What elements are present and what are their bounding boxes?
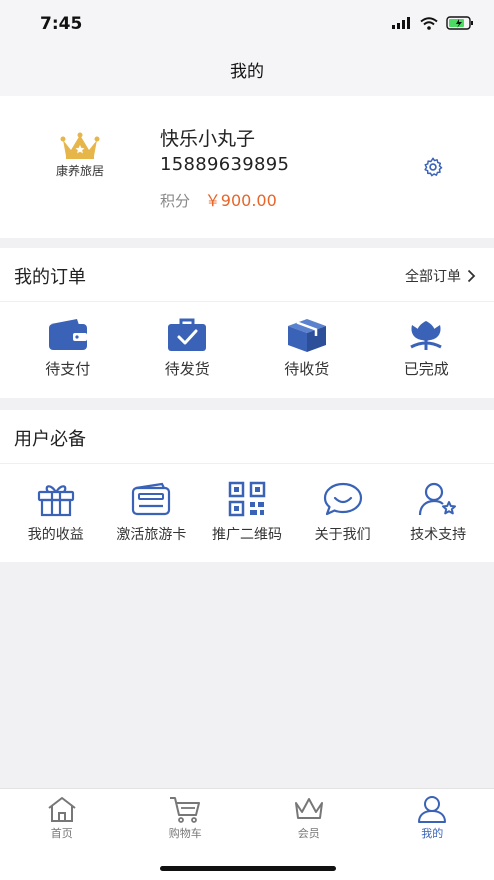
tool-item-label: 激活旅游卡 — [116, 527, 187, 543]
person-icon — [418, 796, 447, 823]
orders-grid: 待支付 待发货 待收货 已完成 — [0, 302, 494, 379]
order-item-label: 已完成 — [403, 360, 449, 378]
tool-earnings[interactable]: 我的收益 — [8, 464, 104, 544]
status-time: 7:45 — [40, 14, 83, 34]
tool-activate-card[interactable]: 激活旅游卡 — [104, 464, 200, 544]
order-item-label: 待支付 — [45, 360, 91, 378]
box-icon — [287, 319, 326, 352]
card-icon — [132, 482, 171, 516]
tab-label: 会员 — [297, 827, 320, 840]
home-icon — [48, 797, 76, 822]
flower-icon — [410, 321, 442, 350]
tool-item-label: 关于我们 — [314, 527, 371, 543]
user-star-icon — [419, 482, 457, 516]
all-orders-link[interactable]: 全部订单 — [405, 266, 476, 286]
tool-tech-support[interactable]: 技术支持 — [390, 464, 486, 544]
tool-qrcode[interactable]: 推广二维码 — [199, 464, 295, 544]
gift-icon — [37, 485, 74, 517]
cart-icon — [170, 797, 201, 823]
tool-item-label: 技术支持 — [410, 527, 467, 543]
wallet-icon — [48, 319, 87, 350]
chat-icon — [323, 482, 362, 516]
tab-home[interactable]: 首页 — [0, 789, 124, 880]
tab-mine[interactable]: 我的 — [371, 789, 494, 880]
home-indicator — [160, 866, 336, 871]
battery-icon — [446, 16, 473, 30]
order-pending-payment[interactable]: 待支付 — [18, 302, 118, 379]
status-icons — [392, 16, 474, 30]
brand-logo: 康养旅居 — [40, 132, 120, 192]
user-name: 快乐小丸子 — [160, 128, 256, 150]
order-completed[interactable]: 已完成 — [376, 302, 476, 379]
page-title: 我的 — [230, 62, 264, 82]
gear-icon[interactable] — [422, 156, 444, 178]
order-pending-shipment[interactable]: 待发货 — [137, 302, 237, 379]
tool-item-label: 推广二维码 — [211, 527, 282, 543]
user-phone: 15889639895 — [160, 154, 290, 175]
orders-title: 我的订单 — [14, 267, 86, 288]
order-item-label: 待收货 — [284, 360, 330, 378]
wifi-icon — [420, 16, 438, 30]
tools-section: 用户必备 我的收益 激活旅游卡 推广二维码 关于我们 技术支持 — [0, 410, 494, 562]
tab-label: 购物车 — [168, 827, 202, 840]
profile-card[interactable]: 康养旅居 快乐小丸子 15889639895 积分 ￥900.00 — [0, 96, 494, 238]
logo-text: 康养旅居 — [55, 164, 104, 178]
qrcode-icon — [228, 481, 266, 517]
tool-about-us[interactable]: 关于我们 — [295, 464, 391, 544]
points-row: 积分 ￥900.00 — [160, 187, 277, 211]
chevron-right-icon — [467, 269, 476, 283]
orders-section: 我的订单 全部订单 待支付 待发货 待收货 已完成 — [0, 248, 494, 398]
signal-icon — [392, 17, 410, 29]
crown-logo-icon — [60, 132, 100, 159]
tab-label: 首页 — [50, 827, 73, 840]
points-value: ￥900.00 — [204, 191, 277, 210]
crown-icon — [294, 798, 323, 819]
briefcase-check-icon — [168, 318, 207, 351]
tool-item-label: 我的收益 — [27, 527, 84, 543]
order-item-label: 待发货 — [164, 360, 210, 378]
tools-title: 用户必备 — [14, 429, 86, 450]
status-bar: 7:45 — [0, 0, 494, 48]
nav-bar: 我的 — [0, 48, 494, 96]
points-label: 积分 — [160, 192, 191, 210]
tools-grid: 我的收益 激活旅游卡 推广二维码 关于我们 技术支持 — [0, 464, 494, 544]
tab-label: 我的 — [421, 827, 444, 840]
orders-header: 我的订单 全部订单 — [0, 248, 494, 302]
tools-header: 用户必备 — [0, 410, 494, 464]
order-pending-receipt[interactable]: 待收货 — [257, 302, 357, 379]
all-orders-label: 全部订单 — [405, 269, 461, 285]
